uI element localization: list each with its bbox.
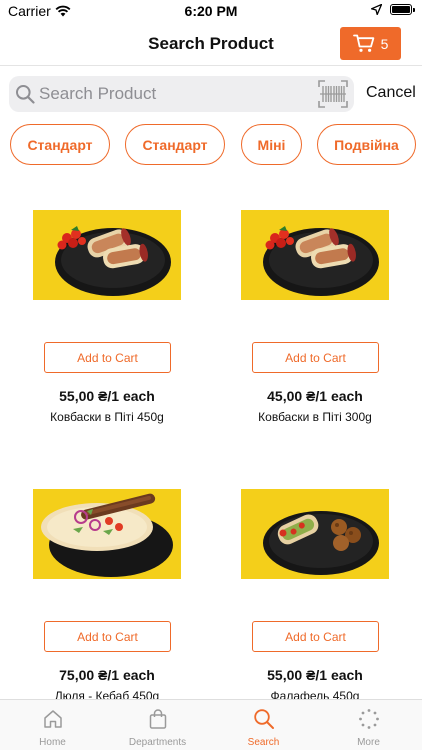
product-price: 75,00 ₴/1 each <box>59 667 155 683</box>
search-icon <box>211 708 316 730</box>
product-name: Люля - Кебаб 450g <box>54 689 160 699</box>
bag-icon <box>105 708 210 730</box>
tab-label: Departments <box>128 737 187 748</box>
battery-icon <box>390 4 415 15</box>
product-price: 55,00 ₴/1 each <box>59 388 155 404</box>
tab-home[interactable]: Home <box>0 700 105 750</box>
cart-icon <box>352 34 374 52</box>
filter-chip[interactable]: Міні <box>241 124 302 165</box>
add-to-cart-button[interactable]: Add to Cart <box>252 342 379 373</box>
product-image[interactable] <box>241 210 389 300</box>
search-icon <box>15 84 35 104</box>
status-time: 6:20 PM <box>184 3 238 19</box>
filter-chip[interactable]: Стандарт <box>125 124 225 165</box>
tab-label: More <box>357 737 380 748</box>
product-price: 45,00 ₴/1 each <box>267 388 363 404</box>
location-arrow-icon <box>371 4 382 15</box>
search-row: Cancel <box>0 66 422 122</box>
product-grid: Add to Cart 55,00 ₴/1 each Ковбаски в Пі… <box>0 168 422 699</box>
cart-count: 5 <box>380 35 389 52</box>
tab-label: Search <box>247 737 280 748</box>
search-input[interactable] <box>39 79 309 109</box>
add-to-cart-button[interactable]: Add to Cart <box>252 621 379 652</box>
product-name: Фалафель 450g <box>270 689 360 699</box>
product-price: 55,00 ₴/1 each <box>267 667 363 683</box>
more-icon <box>316 708 421 730</box>
product-name: Ковбаски в Піті 300g <box>258 410 372 424</box>
status-right <box>371 4 415 15</box>
navigation-bar: Search Product 5 <box>0 24 422 66</box>
cancel-button[interactable]: Cancel <box>366 84 416 102</box>
barcode-scanner-icon[interactable] <box>318 80 348 108</box>
product-image[interactable] <box>33 210 181 300</box>
add-to-cart-button[interactable]: Add to Cart <box>44 621 171 652</box>
filter-chips: Стандарт Стандарт Міні Подвійна <box>0 124 422 168</box>
home-icon <box>0 708 105 730</box>
filter-chip[interactable]: Подвійна <box>317 124 416 165</box>
tab-departments[interactable]: Departments <box>105 700 210 750</box>
filter-chip[interactable]: Стандарт <box>10 124 110 165</box>
tab-bar: Home Departments Search More <box>0 699 422 750</box>
product-image[interactable] <box>241 489 389 579</box>
search-box[interactable] <box>9 76 354 112</box>
product-name: Ковбаски в Піті 450g <box>50 410 164 424</box>
tab-more[interactable]: More <box>316 700 421 750</box>
cart-button[interactable]: 5 <box>340 27 401 60</box>
tab-search[interactable]: Search <box>211 700 316 750</box>
add-to-cart-button[interactable]: Add to Cart <box>44 342 171 373</box>
tab-label: Home <box>39 737 66 748</box>
status-bar: Carrier 6:20 PM <box>0 0 422 24</box>
product-image[interactable] <box>33 489 181 579</box>
